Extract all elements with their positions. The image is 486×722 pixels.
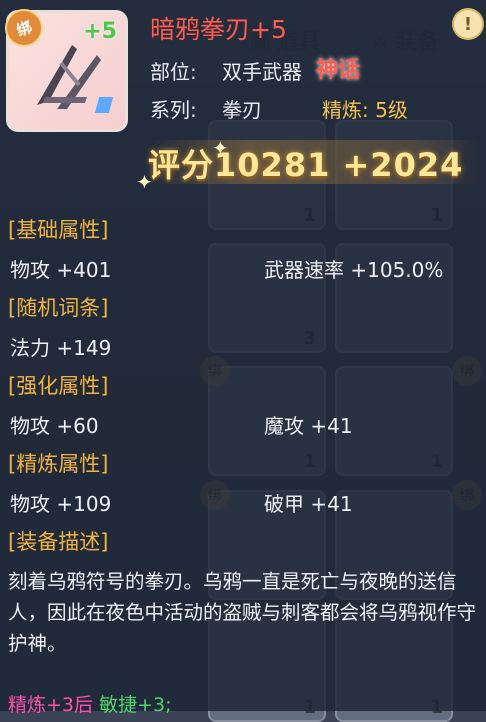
section-description-title: [装备描述] <box>8 530 109 554</box>
stat-line: 法力 +149 <box>10 336 112 360</box>
section-enhance-title: [强化属性] <box>8 374 109 398</box>
item-description: 刻着乌鸦符号的拳刃。乌鸦一直是死亡与夜晚的送信人，因此在夜色中活动的盗贼与刺客都… <box>8 570 477 655</box>
item-title: 暗鸦拳刃+5 <box>150 15 287 44</box>
refine-bonus-value: 敏捷+3; <box>99 694 172 716</box>
refine-value: 5级 <box>375 98 408 122</box>
refine-bonus-label: 精炼+3后 <box>8 694 94 716</box>
quality-label: 神话 <box>316 58 361 83</box>
stat-line: 物攻 +60 <box>10 414 99 438</box>
part-value: 双手武器 <box>222 60 302 84</box>
score-bonus: +2024 <box>342 146 464 184</box>
item-icon-frame: 绑 +5 <box>2 6 128 132</box>
stat-line: 物攻 +401 <box>10 258 112 282</box>
section-basic-title: [基础属性] <box>8 218 109 242</box>
info-icon[interactable]: ! <box>454 10 482 38</box>
stat-line: 破甲 +41 <box>264 492 353 516</box>
score: 评分10281 +2024 <box>148 140 463 186</box>
refine-label: 精炼: <box>322 98 369 122</box>
stat-line: 魔攻 +41 <box>264 414 353 438</box>
refine-bonus: 精炼+3后 敏捷+3; <box>8 690 171 717</box>
score-label: 评分 <box>148 146 215 184</box>
refine-info: 精炼: 5级 <box>322 94 408 123</box>
series-label: 系列: <box>150 98 197 122</box>
part-label: 部位: <box>150 60 197 84</box>
stat-line: 武器速率 +105.0% <box>264 258 444 282</box>
series-value: 拳刃 <box>222 98 262 122</box>
score-value: 10281 <box>214 146 331 184</box>
section-refine-title: [精炼属性] <box>8 452 109 476</box>
item-tooltip: 绑 +5 暗鸦拳刃+5 ! 部位: 双手武器 神话 系列: 拳刃 精炼: 5级 … <box>0 0 486 716</box>
stat-line: 物攻 +109 <box>10 492 112 516</box>
section-random-title: [随机词条] <box>8 296 109 320</box>
